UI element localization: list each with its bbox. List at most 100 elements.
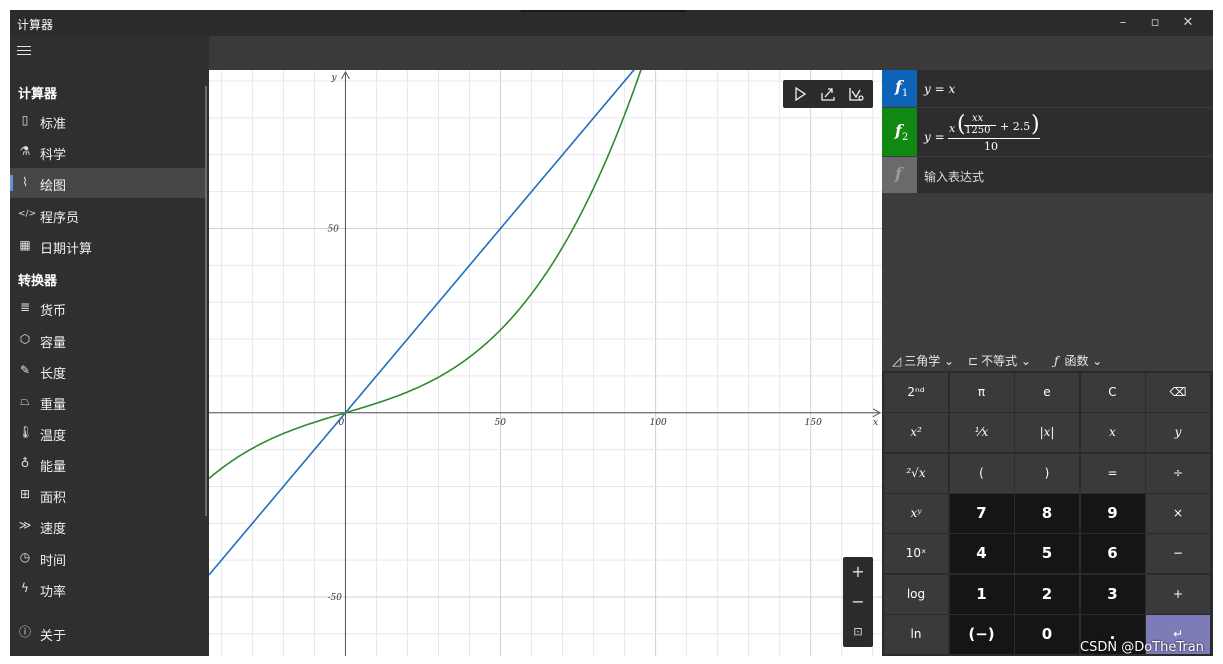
key-0-0[interactable]: 2ⁿᵈ	[884, 373, 948, 412]
key-label: ln	[910, 626, 922, 641]
function-tag-f2[interactable]: f2	[882, 108, 917, 156]
nav-item-4[interactable]: ▦ 日期计算	[10, 231, 206, 261]
speed-icon: ≫	[18, 518, 32, 532]
graph-canvas[interactable]: 05010015010050-50xy + − ⊡	[209, 70, 882, 656]
zoom-out-button[interactable]: −	[843, 587, 873, 617]
key-2-3[interactable]: =	[1080, 453, 1145, 493]
key-1-2[interactable]: |x|	[1015, 413, 1079, 453]
nav-item-label: 绘图	[40, 179, 67, 194]
key-2-2[interactable]: )	[1015, 453, 1079, 493]
function-tag-f1[interactable]: f1	[882, 70, 917, 107]
currency-icon: ≣	[19, 300, 31, 314]
nav-item-13[interactable]: ◷ 时间	[10, 543, 206, 573]
key-5-2[interactable]: 2	[1015, 574, 1079, 614]
key-1-1[interactable]: ¹⁄x	[949, 413, 1014, 453]
function-row-f2[interactable]: f2 y = x ( xx 1250 + 2.5 ) 10	[882, 108, 1213, 156]
function-row-f1[interactable]: f1 y = x	[882, 70, 1213, 107]
key-6-0[interactable]: ln	[884, 614, 948, 654]
key-0-2[interactable]: e	[1015, 373, 1079, 412]
expr-main-bar	[948, 138, 1040, 139]
nav-item-6[interactable]: ⬡ 容量	[10, 325, 206, 355]
nav-item-11[interactable]: ⊞ 面积	[10, 480, 206, 510]
key-5-4[interactable]: +	[1146, 574, 1210, 614]
nav-scrollbar[interactable]	[205, 86, 207, 516]
key-6-1[interactable]: (−)	[949, 614, 1014, 654]
function-row-new[interactable]: f 输入表达式	[882, 157, 1213, 193]
select-pointer-icon[interactable]	[789, 84, 811, 104]
zoom-in-button[interactable]: +	[843, 557, 873, 587]
nav-item-10[interactable]: ♁ 能量	[10, 449, 206, 479]
nav-item-0[interactable]: ▯ 标准	[10, 106, 206, 136]
key-3-1[interactable]: 7	[949, 493, 1014, 533]
key-3-0[interactable]: xʸ	[884, 493, 948, 533]
tab-label: 不等式 ⌄	[981, 354, 1031, 368]
key-3-4[interactable]: ×	[1146, 493, 1210, 533]
key-4-3[interactable]: 6	[1080, 534, 1145, 574]
expression-input[interactable]: 输入表达式	[924, 168, 984, 185]
key-4-0[interactable]: 10ˣ	[884, 534, 948, 574]
key-6-2[interactable]: 0	[1015, 614, 1079, 654]
function-icon: ƒ	[1054, 354, 1059, 368]
key-5-0[interactable]: log	[884, 574, 948, 614]
nav-item-label: 长度	[40, 367, 67, 382]
nav-item-1[interactable]: ⚗ 科学	[10, 137, 206, 167]
key-0-1[interactable]: π	[949, 373, 1014, 412]
tab-label: 三角学 ⌄	[904, 354, 955, 368]
key-2-0[interactable]: ²√x	[884, 453, 948, 493]
nav-item-label: 日期计算	[40, 242, 93, 257]
hamburger-menu-icon[interactable]	[17, 46, 31, 58]
tab-function[interactable]: ƒ 函数 ⌄	[1054, 352, 1102, 369]
nav-item-14[interactable]: ϟ 功率	[10, 574, 206, 604]
key-3-3[interactable]: 9	[1080, 493, 1145, 533]
graph-options-icon[interactable]	[845, 84, 867, 104]
nav-item-8[interactable]: ⏢ 重量	[10, 387, 206, 417]
key-label: 4	[976, 544, 987, 563]
key-0-4[interactable]: ⌫	[1146, 373, 1210, 412]
key-label: 10ˣ	[905, 546, 927, 561]
nav-item-5[interactable]: ≣ 货币	[10, 293, 206, 323]
function-tag-letter: f	[895, 164, 902, 183]
share-icon[interactable]	[817, 84, 839, 104]
weight-icon: ⏢	[20, 394, 30, 408]
function-expression-f1[interactable]: y = x	[924, 82, 955, 96]
key-4-1[interactable]: 4	[949, 534, 1014, 574]
key-2-4[interactable]: ÷	[1146, 453, 1210, 493]
key-4-4[interactable]: −	[1146, 534, 1210, 574]
reset-view-button[interactable]: ⊡	[843, 617, 873, 647]
tab-inequality[interactable]: ⊏ 不等式 ⌄	[968, 352, 1031, 369]
graph-plot[interactable]: 05010015010050-50xy	[209, 70, 882, 656]
nav-item-12[interactable]: ≫ 速度	[10, 511, 206, 541]
key-3-2[interactable]: 8	[1015, 493, 1079, 533]
window-title: 计算器	[17, 18, 54, 32]
tab-triangle[interactable]: ◿ 三角学 ⌄	[892, 352, 954, 369]
nav-item-3[interactable]: </> 程序员	[10, 200, 206, 230]
key-label: 8	[1041, 503, 1053, 522]
maximize-button[interactable]: ▫	[1140, 13, 1170, 33]
key-label: ²√x	[906, 465, 926, 480]
key-5-1[interactable]: 1	[949, 574, 1014, 614]
code-icon: </>	[18, 209, 37, 219]
expr-lead-x: x	[949, 122, 956, 135]
key-0-3[interactable]: C	[1080, 373, 1145, 412]
key-1-0[interactable]: x²	[884, 413, 948, 453]
nav-item-2[interactable]: ⌇ 绘图	[10, 168, 206, 198]
key-label: π	[977, 385, 986, 399]
key-1-3[interactable]: x	[1080, 413, 1145, 453]
nav-item-15[interactable]: ⓘ 关于	[10, 618, 206, 648]
nav-item-9[interactable]: 🌡 温度	[10, 418, 206, 448]
key-5-3[interactable]: 3	[1080, 574, 1145, 614]
function-expression-f2[interactable]: y = x ( xx 1250 + 2.5 ) 10	[924, 113, 1104, 153]
key-4-2[interactable]: 5	[1015, 534, 1079, 574]
close-button[interactable]: ✕	[1173, 13, 1203, 33]
key-label: 9	[1107, 503, 1118, 522]
key-1-4[interactable]: y	[1146, 413, 1210, 453]
key-label: |x|	[1039, 425, 1055, 440]
watermark: CSDN @DoTheTran	[1080, 640, 1204, 655]
key-2-1[interactable]: (	[949, 453, 1014, 493]
key-label: 2ⁿᵈ	[907, 385, 925, 399]
minimize-button[interactable]: –	[1108, 13, 1138, 33]
thermometer-icon: 🌡	[18, 425, 34, 439]
key-label: (−)	[968, 624, 995, 643]
x-tick-label: 50	[495, 418, 507, 428]
nav-item-7[interactable]: ✎ 长度	[10, 356, 206, 386]
